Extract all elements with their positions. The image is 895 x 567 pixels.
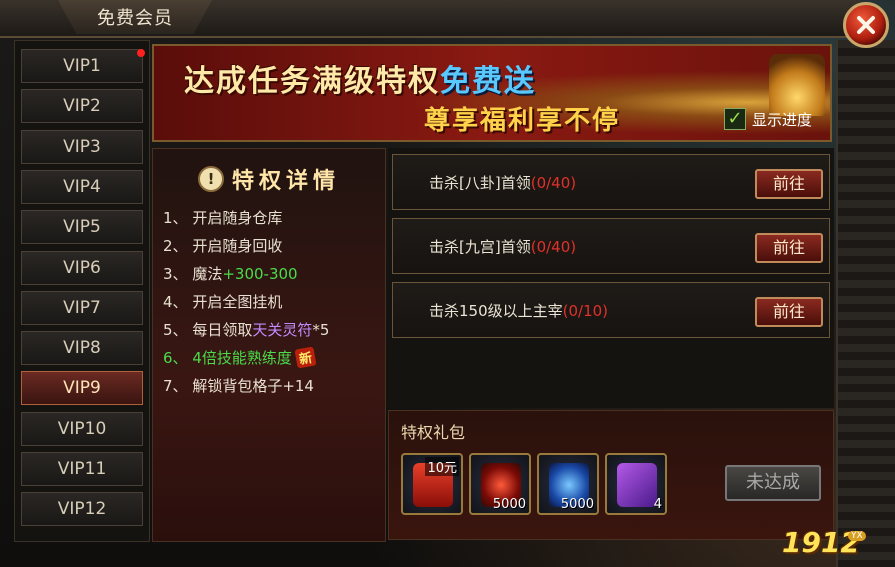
gift-title: 特权礼包 xyxy=(401,423,466,442)
vip-tab-vip12[interactable]: VIP12 xyxy=(21,492,143,527)
perk-text: 4倍技能熟练度 xyxy=(192,349,292,367)
close-button[interactable] xyxy=(843,2,889,48)
perk-item: 4、 开启全图挂机 xyxy=(163,291,282,312)
perk-item-name: 天关灵符 xyxy=(252,321,313,339)
frame-decoration xyxy=(836,40,895,567)
perk-number: 7、 xyxy=(163,377,193,395)
task-name: 击杀150级以上主宰 xyxy=(429,302,563,320)
task-progress: (0/40) xyxy=(530,174,577,192)
perk-number: 6、 xyxy=(163,349,193,367)
go-button[interactable]: 前往 xyxy=(755,233,823,263)
checkbox-icon[interactable]: ✓ xyxy=(724,108,746,130)
task-label: 击杀[八卦]首领(0/40) xyxy=(429,172,576,193)
vip-tab-vip6[interactable]: VIP6 xyxy=(21,250,143,285)
perk-item: 2、 开启随身回收 xyxy=(163,235,282,256)
gift-item[interactable]: 10元 xyxy=(401,453,463,515)
promo-banner: 达成任务满级特权免费送 尊享福利享不停 ✓ 显示进度 xyxy=(152,44,832,142)
gift-item-quantity: 5000 xyxy=(560,497,594,512)
details-title: 特权详情 xyxy=(232,168,341,194)
perk-text: 开启随身仓库 xyxy=(192,209,283,227)
gift-item-quantity: 5000 xyxy=(492,497,526,512)
task-name: 击杀[九宫]首领 xyxy=(429,238,531,256)
watermark-logo: 1912 xyxy=(782,526,860,559)
vip-tab-vip5[interactable]: VIP5 xyxy=(21,210,143,245)
perk-number: 3、 xyxy=(163,265,193,283)
vip-tab-vip8[interactable]: VIP8 xyxy=(21,331,143,366)
show-progress-label: 显示进度 xyxy=(752,110,813,129)
perk-number: 4、 xyxy=(163,293,193,311)
banner-subline: 尊享福利享不停 xyxy=(424,106,621,136)
perk-text: 开启全图挂机 xyxy=(192,293,283,311)
perk-text: 解锁背包格子+14 xyxy=(192,377,314,395)
privilege-gift-panel: 特权礼包 未达成 10元 5000 5000 4 xyxy=(388,410,834,540)
vip-tab-vip1[interactable]: VIP1 xyxy=(21,49,143,83)
perk-number: 5、 xyxy=(163,321,193,339)
perk-number: 2、 xyxy=(163,237,193,255)
close-icon xyxy=(857,16,875,34)
gift-item[interactable]: 5000 xyxy=(469,453,531,515)
gift-item-quantity: 4 xyxy=(653,497,662,512)
vip-tab-vip10[interactable]: VIP10 xyxy=(21,411,143,446)
task-name: 击杀[八卦]首领 xyxy=(429,174,531,192)
go-button[interactable]: 前往 xyxy=(755,169,823,199)
show-progress-toggle[interactable]: ✓ 显示进度 xyxy=(724,108,812,130)
details-header: ! 特权详情 xyxy=(198,163,340,195)
banner-headline-text: 达成任务满级特权 xyxy=(184,64,440,99)
banner-headline-highlight: 免费送 xyxy=(440,64,536,99)
notification-dot xyxy=(137,49,145,57)
perk-item: 6、 4倍技能熟练度新 xyxy=(163,346,317,369)
perk-text: 魔法 xyxy=(192,265,223,283)
new-badge: 新 xyxy=(294,346,317,369)
perk-suffix: *5 xyxy=(312,321,330,339)
gift-item[interactable]: 5000 xyxy=(537,453,599,515)
claim-button[interactable]: 未达成 xyxy=(725,465,821,501)
perk-item: 5、 每日领取天关灵符*5 xyxy=(163,319,329,340)
vip-tab-vip7[interactable]: VIP7 xyxy=(21,290,143,325)
perk-item: 7、 解锁背包格子+14 xyxy=(163,375,314,396)
go-button[interactable]: 前往 xyxy=(755,297,823,327)
banner-headline: 达成任务满级特权免费送 xyxy=(184,56,536,100)
vip-tab-list: VIP1 VIP2 VIP3 VIP4 VIP5 VIP6 VIP7 VIP8 VIP9 VIP1… xyxy=(14,40,150,542)
task-label: 击杀150级以上主宰(0/10) xyxy=(429,300,608,321)
exclamation-icon: ! xyxy=(198,166,224,192)
task-row: 击杀150级以上主宰(0/10) 前往 xyxy=(392,282,830,338)
watermark-badge: YX xyxy=(848,531,866,541)
window-title: 免费会员 xyxy=(97,8,173,29)
vip-tab-vip2[interactable]: VIP2 xyxy=(21,89,143,124)
perk-value: +300-300 xyxy=(222,265,298,283)
gift-item-tag: 10元 xyxy=(425,457,459,476)
task-progress: (0/40) xyxy=(530,238,577,256)
task-label: 击杀[九宫]首领(0/40) xyxy=(429,236,576,257)
perk-text: 开启随身回收 xyxy=(192,237,283,255)
perk-item: 1、 开启随身仓库 xyxy=(163,207,282,228)
perk-text: 每日领取 xyxy=(192,321,253,339)
task-progress: (0/10) xyxy=(562,302,609,320)
bag-scroll-icon xyxy=(617,463,657,507)
perk-number: 1、 xyxy=(163,209,193,227)
vip-tab-vip9[interactable]: VIP9 xyxy=(21,371,143,406)
privilege-details-panel: ! 特权详情 1、 开启随身仓库 2、 开启随身回收 3、 魔法+300-300 4、… xyxy=(152,148,386,542)
perk-item: 3、 魔法+300-300 xyxy=(163,263,298,284)
gift-item[interactable]: 4 xyxy=(605,453,667,515)
task-row: 击杀[九宫]首领(0/40) 前往 xyxy=(392,218,830,274)
task-row: 击杀[八卦]首领(0/40) 前往 xyxy=(392,154,830,210)
task-list: 击杀[八卦]首领(0/40) 前往 击杀[九宫]首领(0/40) 前往 击杀150级以上… xyxy=(388,148,834,408)
vip-tab-vip11[interactable]: VIP11 xyxy=(21,452,143,486)
vip-tab-vip3[interactable]: VIP3 xyxy=(21,129,143,164)
vip-tab-vip4[interactable]: VIP4 xyxy=(21,169,143,204)
treasure-chest-icon xyxy=(769,54,825,116)
